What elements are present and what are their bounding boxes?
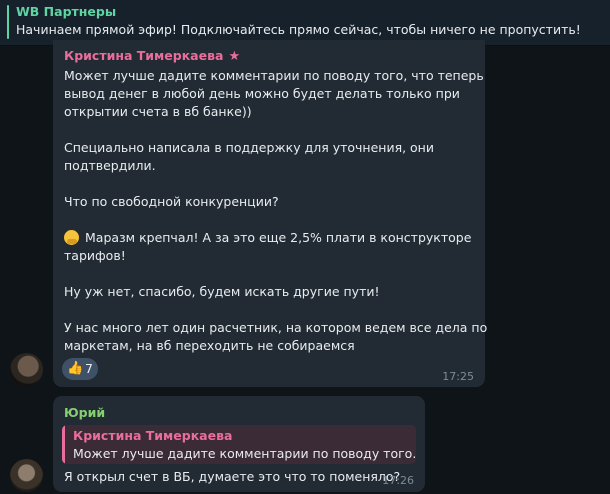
- reaction-count: 7: [85, 361, 93, 376]
- reply-quote[interactable]: Кристина Тимеркаева Может лучше дадите к…: [62, 425, 416, 464]
- chat-screen: WB Партнеры Начинаем прямой эфир! Подклю…: [0, 0, 610, 494]
- emoji-icon: [64, 230, 79, 245]
- pinned-text: Начинаем прямой эфир! Подключайтесь прям…: [16, 22, 581, 37]
- reply-author: Кристина Тимеркаева: [73, 428, 233, 443]
- message-author[interactable]: Юрий: [64, 405, 105, 420]
- reply-text: Может лучше дадите комментарии по поводу…: [73, 446, 416, 461]
- message-bubble[interactable]: Юрий Кристина Тимеркаева Может лучше дад…: [53, 396, 425, 492]
- avatar[interactable]: [10, 353, 43, 386]
- pinned-title: WB Партнеры: [16, 4, 117, 19]
- message-line: Может лучше дадите комментарии по поводу…: [64, 68, 484, 83]
- message-author-name[interactable]: Кристина Тимеркаева: [64, 48, 223, 63]
- message-line-text: Маразм крепчал! А за это еще 2,5% плати …: [85, 230, 472, 245]
- message-line: маркетам, на вб переходить не собираемся: [64, 338, 355, 353]
- message-line: открытии счета в вб банке)): [64, 104, 252, 119]
- message-line: вывод денег в любой день можно будет дел…: [64, 86, 460, 101]
- message-time: 17:26: [382, 474, 414, 487]
- message-text: Я открыл счет в ВБ, думаете это что то п…: [64, 469, 401, 484]
- message-line: Специально написала в поддержку для уточ…: [64, 140, 434, 155]
- message-line: У нас много лет один расчетник, на котор…: [64, 320, 488, 335]
- message-line: Ну уж нет, спасибо, будем искать другие …: [64, 284, 380, 299]
- message-line: Что по свободной конкуренции?: [64, 194, 279, 209]
- message-bubble[interactable]: Кристина Тимеркаева ★ Может лучше дадите …: [53, 40, 488, 387]
- message-line: подтвердили.: [64, 158, 156, 173]
- thumbs-up-icon: 👍: [67, 361, 84, 376]
- avatar[interactable]: [10, 459, 43, 492]
- pinned-indicator: [7, 5, 9, 39]
- reaction-button[interactable]: 👍 7: [62, 358, 98, 380]
- message-line: Маразм крепчал! А за это еще 2,5% плати …: [64, 230, 471, 245]
- message-time: 17:25: [442, 370, 474, 383]
- message-author[interactable]: Кристина Тимеркаева ★: [64, 48, 240, 64]
- message-line: тарифов!: [64, 248, 126, 263]
- reply-indicator: [62, 425, 65, 464]
- star-icon: ★: [228, 49, 241, 64]
